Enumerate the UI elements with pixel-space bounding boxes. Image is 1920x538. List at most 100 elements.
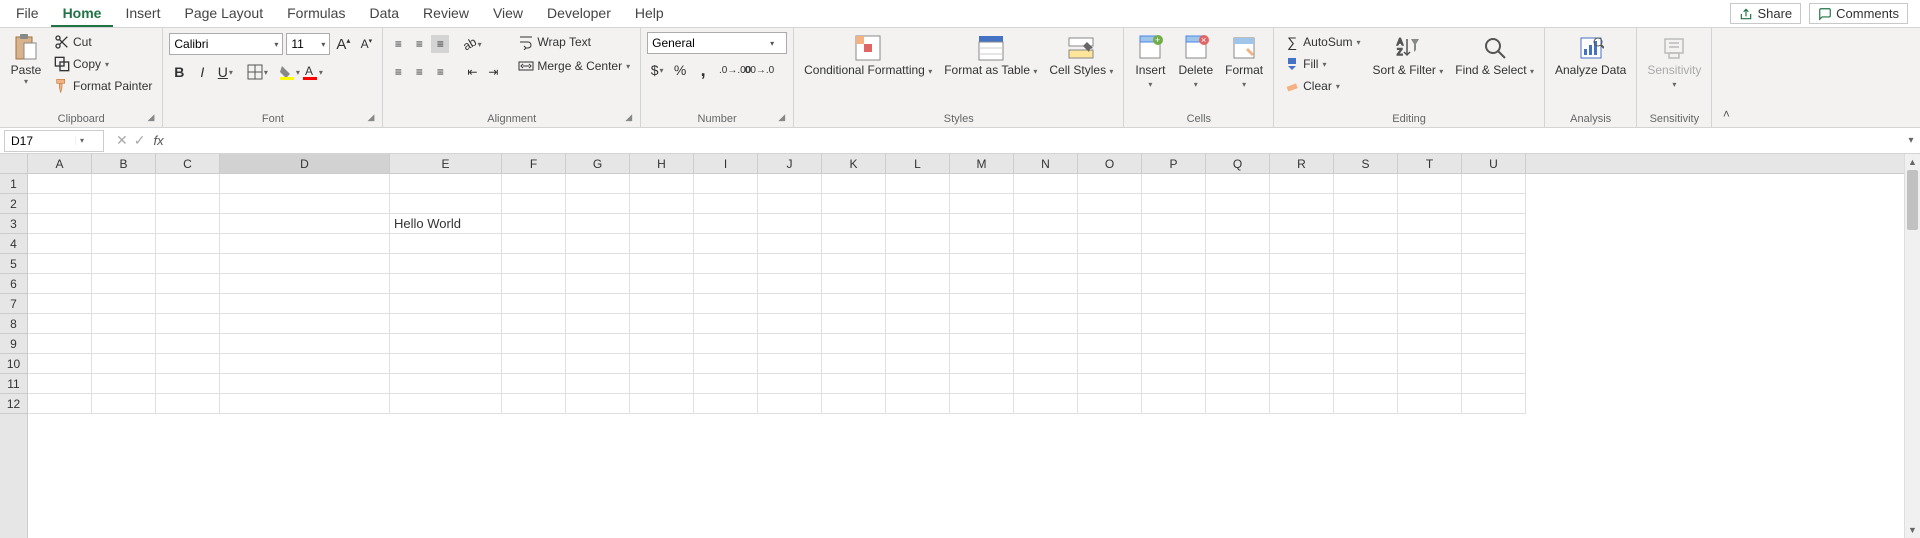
formula-input[interactable] xyxy=(170,130,1902,152)
orientation-button[interactable]: ab▾ xyxy=(463,35,481,53)
cell[interactable] xyxy=(390,394,502,414)
collapse-ribbon-button[interactable]: ˄ xyxy=(1712,28,1740,127)
cell[interactable] xyxy=(220,294,390,314)
cell[interactable] xyxy=(92,214,156,234)
cell[interactable] xyxy=(1462,214,1526,234)
cell[interactable] xyxy=(92,394,156,414)
tab-developer[interactable]: Developer xyxy=(535,1,623,27)
cell[interactable] xyxy=(92,294,156,314)
cell[interactable] xyxy=(950,294,1014,314)
font-name-input[interactable] xyxy=(170,37,270,51)
decrease-decimal-button[interactable]: .00→.0 xyxy=(748,60,768,80)
cell[interactable] xyxy=(950,334,1014,354)
cell[interactable] xyxy=(1398,214,1462,234)
italic-button[interactable]: I xyxy=(192,62,212,82)
fill-color-button[interactable]: ▾ xyxy=(279,62,299,82)
column-header[interactable]: U xyxy=(1462,154,1526,173)
cell[interactable] xyxy=(950,194,1014,214)
cell[interactable] xyxy=(822,274,886,294)
cell[interactable] xyxy=(1270,174,1334,194)
cell[interactable] xyxy=(566,254,630,274)
cell[interactable] xyxy=(28,374,92,394)
cell[interactable] xyxy=(220,314,390,334)
increase-font-size-button[interactable]: A▴ xyxy=(333,34,353,54)
dialog-launcher-icon[interactable]: ◢ xyxy=(778,112,785,123)
tab-review[interactable]: Review xyxy=(411,1,481,27)
cell[interactable] xyxy=(1334,394,1398,414)
scroll-thumb[interactable] xyxy=(1907,170,1918,230)
chevron-down-icon[interactable]: ▾ xyxy=(660,66,664,75)
cell[interactable] xyxy=(758,374,822,394)
cell[interactable] xyxy=(950,254,1014,274)
chevron-down-icon[interactable]: ▾ xyxy=(229,68,233,77)
cell[interactable] xyxy=(950,214,1014,234)
cell[interactable] xyxy=(630,314,694,334)
cell[interactable] xyxy=(220,194,390,214)
cell[interactable] xyxy=(92,334,156,354)
share-button[interactable]: Share xyxy=(1730,3,1801,24)
cell[interactable] xyxy=(92,314,156,334)
cell[interactable] xyxy=(566,374,630,394)
cell[interactable] xyxy=(28,274,92,294)
cell[interactable] xyxy=(390,274,502,294)
cell[interactable] xyxy=(694,194,758,214)
cell[interactable] xyxy=(1206,394,1270,414)
column-header[interactable]: P xyxy=(1142,154,1206,173)
chevron-down-icon[interactable]: ▾ xyxy=(1357,38,1361,47)
chevron-down-icon[interactable]: ▾ xyxy=(270,40,282,49)
cell[interactable] xyxy=(1078,274,1142,294)
cell[interactable] xyxy=(1206,194,1270,214)
cell[interactable] xyxy=(502,314,566,334)
cell[interactable] xyxy=(220,374,390,394)
cell[interactable] xyxy=(1462,174,1526,194)
cell[interactable] xyxy=(694,354,758,374)
vertical-scrollbar[interactable]: ▲ ▼ xyxy=(1904,154,1920,538)
cell[interactable] xyxy=(1206,374,1270,394)
cell[interactable] xyxy=(1334,194,1398,214)
cell[interactable] xyxy=(1014,214,1078,234)
cell[interactable] xyxy=(1142,354,1206,374)
cell[interactable] xyxy=(1270,334,1334,354)
format-as-table-button[interactable]: Format as Table ▾ xyxy=(940,32,1041,79)
cell[interactable] xyxy=(950,314,1014,334)
cell[interactable] xyxy=(886,214,950,234)
cell[interactable] xyxy=(1462,334,1526,354)
row-header[interactable]: 2 xyxy=(0,194,27,214)
cut-button[interactable]: Cut xyxy=(50,32,156,52)
cell[interactable] xyxy=(1398,194,1462,214)
cell[interactable] xyxy=(1014,334,1078,354)
cell[interactable] xyxy=(822,314,886,334)
cell[interactable] xyxy=(28,234,92,254)
row-header[interactable]: 11 xyxy=(0,374,27,394)
increase-indent-button[interactable]: ⇥ xyxy=(484,63,502,81)
row-header[interactable]: 5 xyxy=(0,254,27,274)
cell[interactable] xyxy=(566,274,630,294)
cell[interactable] xyxy=(156,234,220,254)
cell[interactable] xyxy=(156,194,220,214)
cell[interactable] xyxy=(1270,394,1334,414)
cell[interactable] xyxy=(1462,394,1526,414)
cell[interactable] xyxy=(1078,394,1142,414)
cell[interactable] xyxy=(886,374,950,394)
cell[interactable] xyxy=(502,194,566,214)
cell[interactable] xyxy=(566,214,630,234)
cell[interactable] xyxy=(886,314,950,334)
cell[interactable] xyxy=(1270,294,1334,314)
cell[interactable] xyxy=(1462,254,1526,274)
cell[interactable] xyxy=(630,194,694,214)
cell[interactable] xyxy=(1398,234,1462,254)
column-header[interactable]: B xyxy=(92,154,156,173)
cell[interactable] xyxy=(758,394,822,414)
cell[interactable] xyxy=(1462,274,1526,294)
delete-cells-button[interactable]: × Delete▾ xyxy=(1174,32,1217,92)
cell[interactable] xyxy=(220,214,390,234)
analyze-data-button[interactable]: Analyze Data xyxy=(1551,32,1630,79)
cell[interactable] xyxy=(1078,214,1142,234)
cell[interactable]: Hello World xyxy=(390,214,502,234)
cell[interactable] xyxy=(1398,254,1462,274)
column-header[interactable]: N xyxy=(1014,154,1078,173)
dialog-launcher-icon[interactable]: ◢ xyxy=(367,112,374,123)
cell[interactable] xyxy=(1142,254,1206,274)
column-header[interactable]: J xyxy=(758,154,822,173)
wrap-text-button[interactable]: Wrap Text xyxy=(514,32,634,52)
